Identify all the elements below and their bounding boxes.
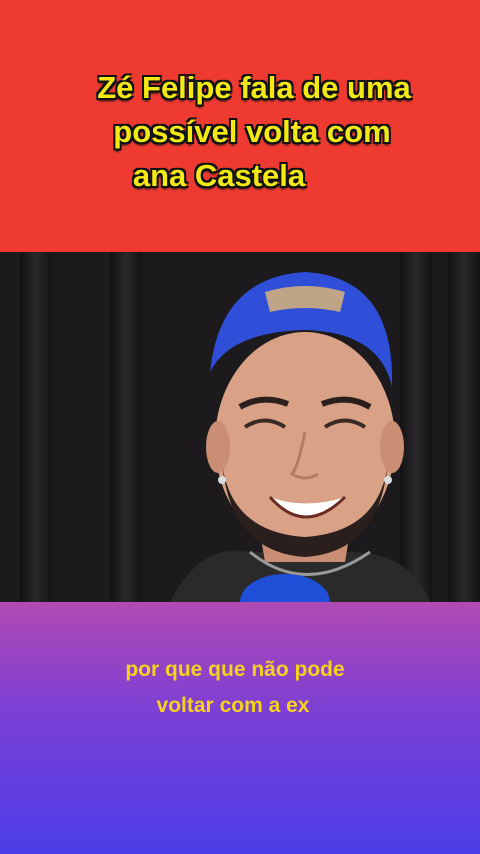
caption-line-2: voltar com a ex (156, 694, 310, 717)
headline-line-3: ana Castela (132, 158, 306, 193)
video-frame[interactable] (0, 252, 480, 602)
headline-line-1: Zé Felipe fala de uma (97, 70, 411, 105)
person-illustration (170, 272, 430, 602)
title-banner: Zé Felipe fala de uma possível volta com… (0, 0, 480, 252)
caption-line-1: por que que não pode (125, 658, 345, 681)
subtitle-caption: por que que não pode voltar com a ex (0, 652, 480, 724)
headline-line-2: possível volta com (113, 114, 391, 149)
video-headline: Zé Felipe fala de uma possível volta com… (0, 66, 480, 198)
caption-panel: por que que não pode voltar com a ex (0, 602, 480, 854)
